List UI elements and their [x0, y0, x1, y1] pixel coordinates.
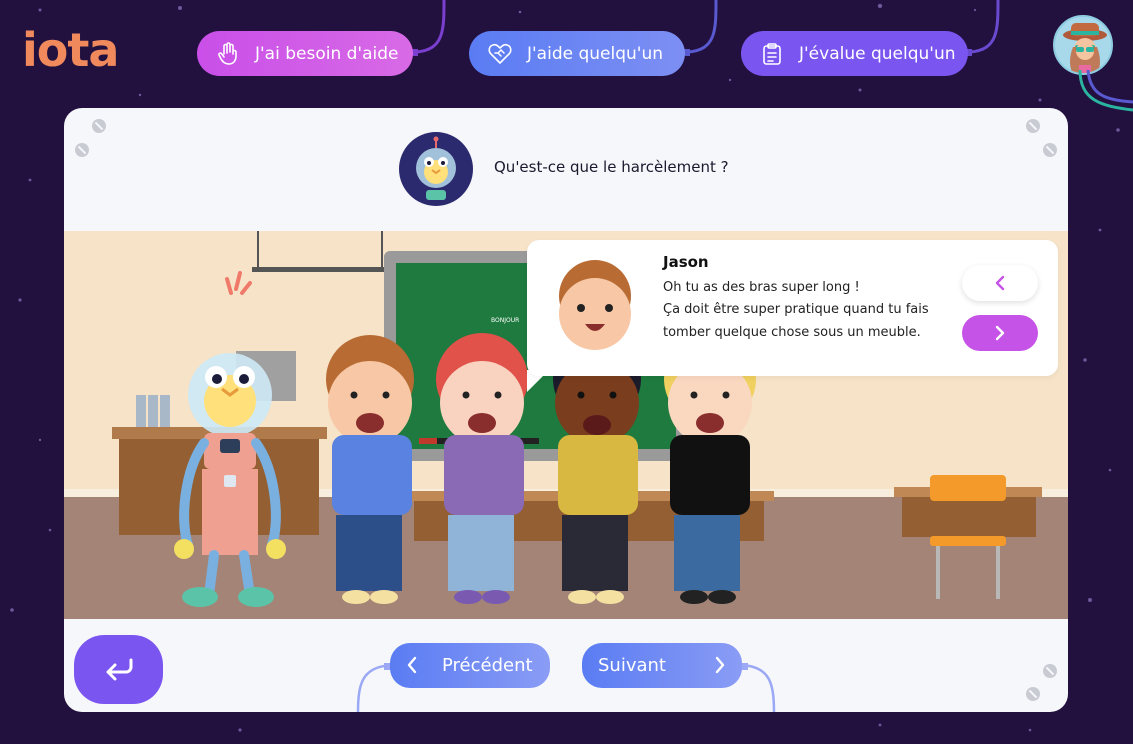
- screw-decoration: [1043, 143, 1057, 157]
- helping-button[interactable]: J'aide quelqu'un: [469, 31, 685, 76]
- next-button[interactable]: Suivant: [582, 643, 742, 688]
- help-button-label: J'ai besoin d'aide: [255, 43, 399, 64]
- chevron-left-icon: [407, 656, 417, 674]
- jason-character: [326, 335, 414, 604]
- speaker-name: Jason: [663, 253, 709, 271]
- app-logo: iota: [22, 23, 119, 77]
- heart-hand-icon: [487, 41, 513, 67]
- evaluate-button-label: J'évalue quelqu'un: [799, 43, 956, 64]
- question-title: Qu'est-ce que le harcèlement ?: [494, 158, 729, 176]
- dialogue-line: Oh tu as des bras super long !: [663, 280, 860, 295]
- hand-icon: [215, 41, 241, 67]
- screw-decoration: [75, 143, 89, 157]
- robot-mascot-icon: [399, 132, 473, 206]
- back-button[interactable]: [74, 635, 163, 704]
- screw-decoration: [1026, 119, 1040, 133]
- decorative-cable: [410, 0, 446, 56]
- speech-bubble: Jason Oh tu as des bras super long ! Ça …: [527, 240, 1058, 376]
- screw-decoration: [1043, 664, 1057, 678]
- dialogue-line: tomber quelque chose sous un meuble.: [663, 325, 921, 340]
- screw-decoration: [92, 119, 106, 133]
- dialogue-next-button[interactable]: [962, 315, 1038, 351]
- help-button[interactable]: J'ai besoin d'aide: [197, 31, 413, 76]
- return-arrow-icon: [106, 658, 132, 680]
- dialogue-previous-button[interactable]: [962, 265, 1038, 301]
- chevron-right-icon: [995, 325, 1005, 341]
- helping-button-label: J'aide quelqu'un: [527, 43, 664, 64]
- chevron-left-icon: [995, 275, 1005, 291]
- screw-decoration: [1026, 687, 1040, 701]
- decorative-cable: [964, 0, 1000, 56]
- evaluate-button[interactable]: J'évalue quelqu'un: [741, 31, 968, 76]
- previous-button[interactable]: Précédent: [390, 643, 550, 688]
- board-text: BONJOUR: [491, 317, 519, 324]
- decorative-cable: [682, 0, 718, 56]
- chevron-right-icon: [715, 656, 725, 674]
- clipboard-icon: [759, 41, 785, 67]
- next-button-label: Suivant: [598, 655, 666, 676]
- decorative-cable: [1078, 70, 1133, 112]
- previous-button-label: Précédent: [442, 655, 533, 676]
- user-avatar[interactable]: [1053, 15, 1113, 75]
- lesson-card: Qu'est-ce que le harcèlement ? BONJOUR J…: [64, 108, 1068, 712]
- jason-avatar: [559, 260, 631, 350]
- dialogue-line: Ça doit être super pratique quand tu fai…: [663, 302, 929, 317]
